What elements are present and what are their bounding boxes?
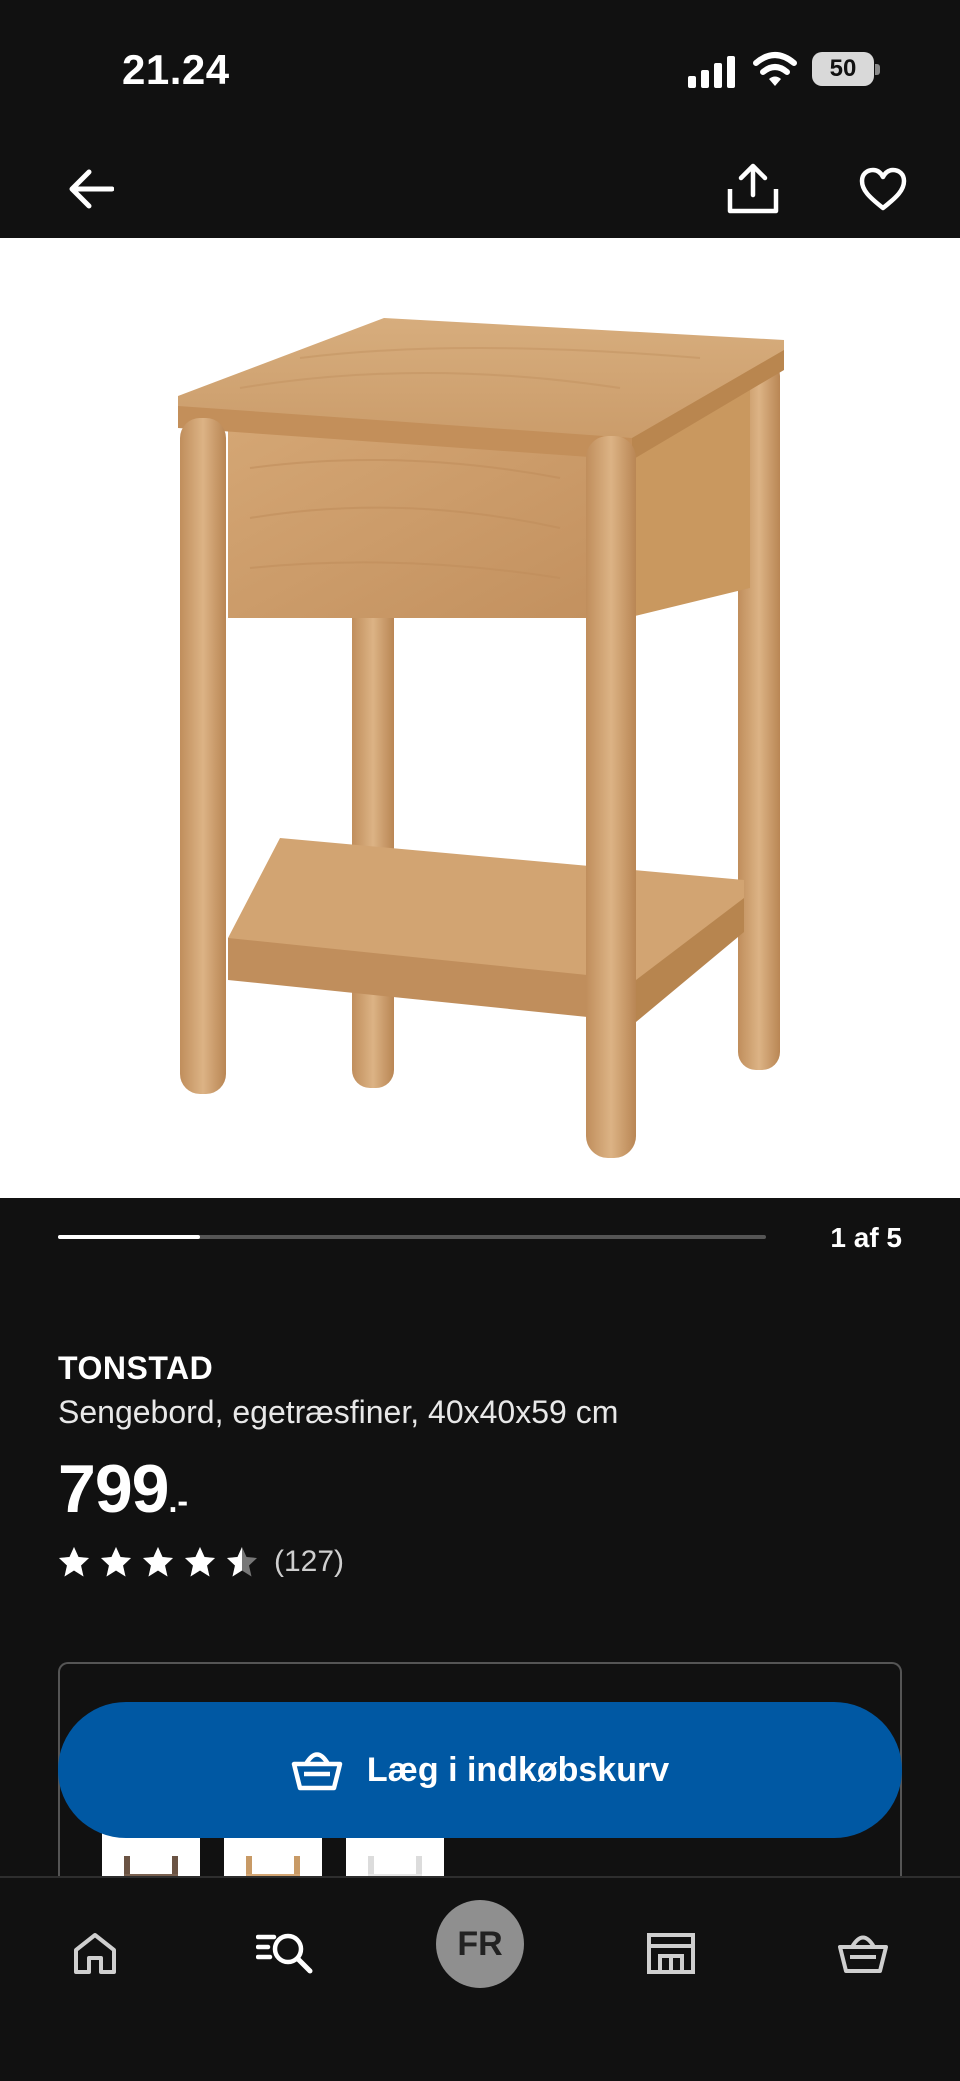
product-image[interactable] xyxy=(0,238,960,1198)
gallery-counter: 1 af 5 xyxy=(830,1222,902,1253)
star-full-icon xyxy=(143,1547,173,1577)
search-icon xyxy=(256,1933,313,1974)
heart-icon xyxy=(859,167,907,211)
battery-indicator: 50 xyxy=(812,52,880,86)
cellular-signal-icon xyxy=(688,56,735,88)
battery-tip xyxy=(875,64,880,75)
basket-icon xyxy=(838,1935,888,1973)
price-value: 799 xyxy=(58,1451,169,1527)
store-icon xyxy=(647,1933,695,1974)
bottom-navigation: FR xyxy=(0,1876,960,2081)
star-full-icon xyxy=(59,1547,89,1577)
status-time: 21.24 xyxy=(122,46,230,93)
top-navigation xyxy=(0,140,960,238)
share-icon xyxy=(727,163,779,214)
rating-stars xyxy=(58,1546,268,1578)
gallery-progress-fill xyxy=(58,1235,200,1239)
nightstand-image xyxy=(178,318,784,1158)
product-rating[interactable]: (127) xyxy=(58,1540,344,1584)
star-half-icon xyxy=(227,1547,257,1577)
add-to-cart-label: Læg i indkøbskurv xyxy=(366,1750,670,1789)
share-button[interactable] xyxy=(720,156,786,222)
review-count: (127) xyxy=(274,1545,345,1578)
nav-search[interactable] xyxy=(240,1908,330,1998)
add-to-cart-button[interactable]: Læg i indkøbskurv xyxy=(58,1702,902,1838)
nav-home[interactable] xyxy=(50,1908,140,1998)
wifi-icon xyxy=(753,52,797,86)
gallery-progress-bar xyxy=(58,1235,766,1239)
back-button[interactable] xyxy=(60,158,122,220)
basket-icon xyxy=(291,1752,343,1791)
arrow-left-icon xyxy=(69,169,114,209)
product-price: 799.- xyxy=(58,1450,188,1528)
star-full-icon xyxy=(185,1547,215,1577)
nav-store[interactable] xyxy=(626,1908,716,1998)
price-suffix: .- xyxy=(168,1483,189,1519)
favourite-button[interactable] xyxy=(850,156,916,222)
status-bar: 21.24 50 xyxy=(0,0,960,140)
home-icon xyxy=(74,1933,116,1974)
battery-level: 50 xyxy=(812,52,874,86)
star-full-icon xyxy=(101,1547,131,1577)
product-description: Sengebord, egetræsfiner, 40x40x59 cm xyxy=(58,1394,619,1430)
nav-cart[interactable] xyxy=(818,1908,908,1998)
product-name: TONSTAD xyxy=(58,1350,214,1386)
nav-profile-avatar[interactable]: FR xyxy=(436,1900,524,1988)
